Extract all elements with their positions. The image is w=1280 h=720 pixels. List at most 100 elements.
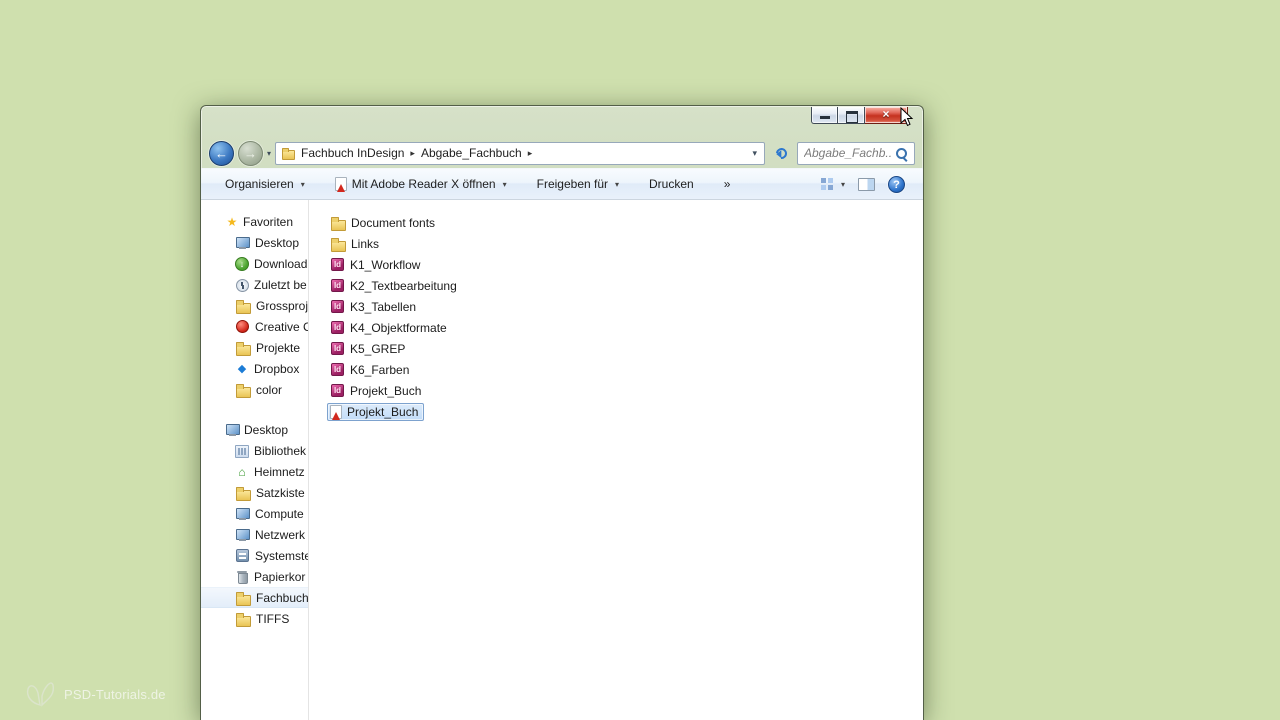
command-bar: Organisieren ▾ Mit Adobe Reader X öffnen… [201, 168, 923, 200]
sidebar-item-grossproj[interactable]: Grossproj [201, 295, 308, 316]
toolbar-right-group: ▾ ? [820, 175, 905, 193]
location-folder-icon[interactable] [281, 147, 296, 160]
sidebar-item-netzwerk[interactable]: Netzwerk [201, 524, 308, 545]
butterfly-logo [26, 682, 55, 707]
file-item-projekt-buch-pdf[interactable]: Projekt_Buch [327, 402, 425, 421]
indesign-file-icon: Id [331, 321, 344, 334]
title-bar[interactable]: × [201, 106, 923, 138]
breadcrumb-separator-icon[interactable]: ▸ [410, 148, 415, 159]
organize-button[interactable]: Organisieren ▾ [225, 177, 305, 191]
sidebar-item-creative-cloud[interactable]: Creative C [201, 316, 308, 337]
indesign-file-icon: Id [331, 300, 344, 313]
creative-cloud-icon [236, 320, 249, 333]
breadcrumb[interactable]: Fachbuch InDesign ▸ Abgabe_Fachbuch ▸ ▾ [275, 141, 765, 165]
file-item-document-fonts[interactable]: Document fonts [327, 214, 441, 232]
navigation-pane: ★ Favoriten Desktop ↓ Download Zuletzt b… [201, 200, 309, 720]
maximize-button[interactable] [838, 107, 865, 124]
sidebar-item-papierkorb[interactable]: Papierkor [201, 566, 308, 587]
file-list: Document fonts Links Id K1_Workflow Id K… [309, 200, 923, 720]
folder-icon [330, 237, 346, 252]
sidebar-item-recent-places[interactable]: Zuletzt be [201, 274, 308, 295]
file-row: Id K1_Workflow [327, 254, 923, 275]
file-item-k6-farben[interactable]: Id K6_Farben [327, 360, 415, 379]
refresh-button[interactable] [769, 142, 793, 165]
control-panel-icon [236, 549, 249, 562]
help-icon[interactable]: ? [888, 175, 905, 193]
folder-icon [235, 383, 251, 398]
sidebar-item-computer[interactable]: Compute [201, 503, 308, 524]
sidebar-header-label: Favoriten [243, 214, 294, 229]
views-grid-icon [820, 177, 834, 191]
clock-icon [235, 278, 249, 292]
views-button[interactable]: ▾ [820, 177, 845, 191]
search-icon [895, 147, 908, 160]
folder-icon [235, 591, 251, 606]
file-item-projekt-buch-indd[interactable]: Id Projekt_Buch [327, 381, 427, 400]
file-row: Projekt_Buch [327, 401, 923, 422]
chevron-down-icon: ▾ [840, 179, 845, 189]
breadcrumb-separator-icon[interactable]: ▸ [528, 148, 533, 159]
monitor-icon [225, 422, 240, 437]
back-button[interactable]: ← [209, 140, 234, 166]
minimize-button[interactable] [811, 107, 838, 124]
toolbar-overflow-button[interactable]: » [724, 177, 731, 191]
folder-icon [235, 341, 251, 356]
chevron-down-icon: ▾ [502, 179, 507, 189]
folder-icon [235, 299, 251, 314]
indesign-file-icon: Id [331, 342, 344, 355]
sidebar-header-label: Desktop [244, 422, 289, 437]
file-row: Id K2_Textbearbeitung [327, 275, 923, 296]
file-item-k1-workflow[interactable]: Id K1_Workflow [327, 255, 426, 274]
watermark-text: PSD-Tutorials.de [64, 686, 166, 702]
forward-button[interactable]: → [238, 140, 263, 166]
monitor-icon [235, 235, 250, 250]
chevron-down-icon: ▾ [300, 179, 305, 189]
file-item-k2-textbearbeitung[interactable]: Id K2_Textbearbeitung [327, 276, 463, 295]
file-row: Id K4_Objektformate [327, 317, 923, 338]
sidebar-item-systemsteuerung[interactable]: Systemste [201, 545, 308, 566]
sidebar-item-tiffs[interactable]: TIFFS [201, 608, 308, 629]
folder-icon [235, 486, 251, 501]
file-row: Id K6_Farben [327, 359, 923, 380]
share-button[interactable]: Freigeben für ▾ [537, 177, 619, 191]
share-label: Freigeben für [536, 177, 608, 191]
caption-buttons: × [811, 107, 908, 124]
history-dropdown-icon[interactable]: ▾ [267, 149, 271, 158]
star-icon: ★ [226, 214, 238, 229]
print-button[interactable]: Drucken [649, 177, 694, 191]
sidebar-item-heimnetzgruppe[interactable]: ⌂ Heimnetz [201, 461, 308, 482]
open-with-button[interactable]: Mit Adobe Reader X öffnen ▾ [334, 177, 507, 192]
file-row: Document fonts [327, 212, 923, 233]
recycle-bin-icon [235, 570, 249, 584]
watermark: PSD-Tutorials.de [24, 680, 166, 708]
file-item-links[interactable]: Links [327, 235, 385, 253]
sidebar-item-downloads[interactable]: ↓ Download [201, 253, 308, 274]
preview-pane-icon[interactable] [858, 177, 875, 191]
explorer-window: × ← → ▾ Fachbuch InDesign ▸ Abgabe_Fachb… [200, 105, 924, 720]
file-item-k3-tabellen[interactable]: Id K3_Tabellen [327, 297, 422, 316]
adobe-reader-icon [334, 177, 347, 192]
address-bar: ← → ▾ Fachbuch InDesign ▸ Abgabe_Fachbuc… [201, 138, 923, 168]
file-row: Links [327, 233, 923, 254]
sidebar-item-bibliotheken[interactable]: Bibliothek [201, 440, 308, 461]
chevron-down-icon: ▾ [615, 179, 620, 189]
sidebar-item-satzkiste[interactable]: Satzkiste [201, 482, 308, 503]
sidebar-item-color[interactable]: color [201, 379, 308, 400]
sidebar-item-projekte[interactable]: Projekte [201, 337, 308, 358]
breadcrumb-dropdown-icon[interactable]: ▾ [752, 148, 759, 159]
breadcrumb-segment[interactable]: Abgabe_Fachbuch [418, 146, 525, 160]
sidebar-item-dropbox[interactable]: ◆ Dropbox [201, 358, 308, 379]
file-item-k4-objektformate[interactable]: Id K4_Objektformate [327, 318, 453, 337]
dropbox-icon: ◆ [237, 362, 247, 375]
breadcrumb-segment[interactable]: Fachbuch InDesign [298, 146, 407, 160]
sidebar-header-desktop[interactable]: Desktop [201, 419, 308, 440]
search-input[interactable]: Abgabe_Fachb... [797, 141, 915, 165]
refresh-icon [773, 145, 789, 161]
file-item-k5-grep[interactable]: Id K5_GREP [327, 339, 411, 358]
sidebar-item-desktop[interactable]: Desktop [201, 232, 308, 253]
pdf-file-icon [330, 404, 342, 420]
file-row: Id K3_Tabellen [327, 296, 923, 317]
open-with-label: Mit Adobe Reader X öffnen [351, 177, 496, 191]
sidebar-item-fachbuch[interactable]: Fachbuch [201, 587, 308, 608]
sidebar-header-favorites[interactable]: ★ Favoriten [201, 211, 308, 232]
